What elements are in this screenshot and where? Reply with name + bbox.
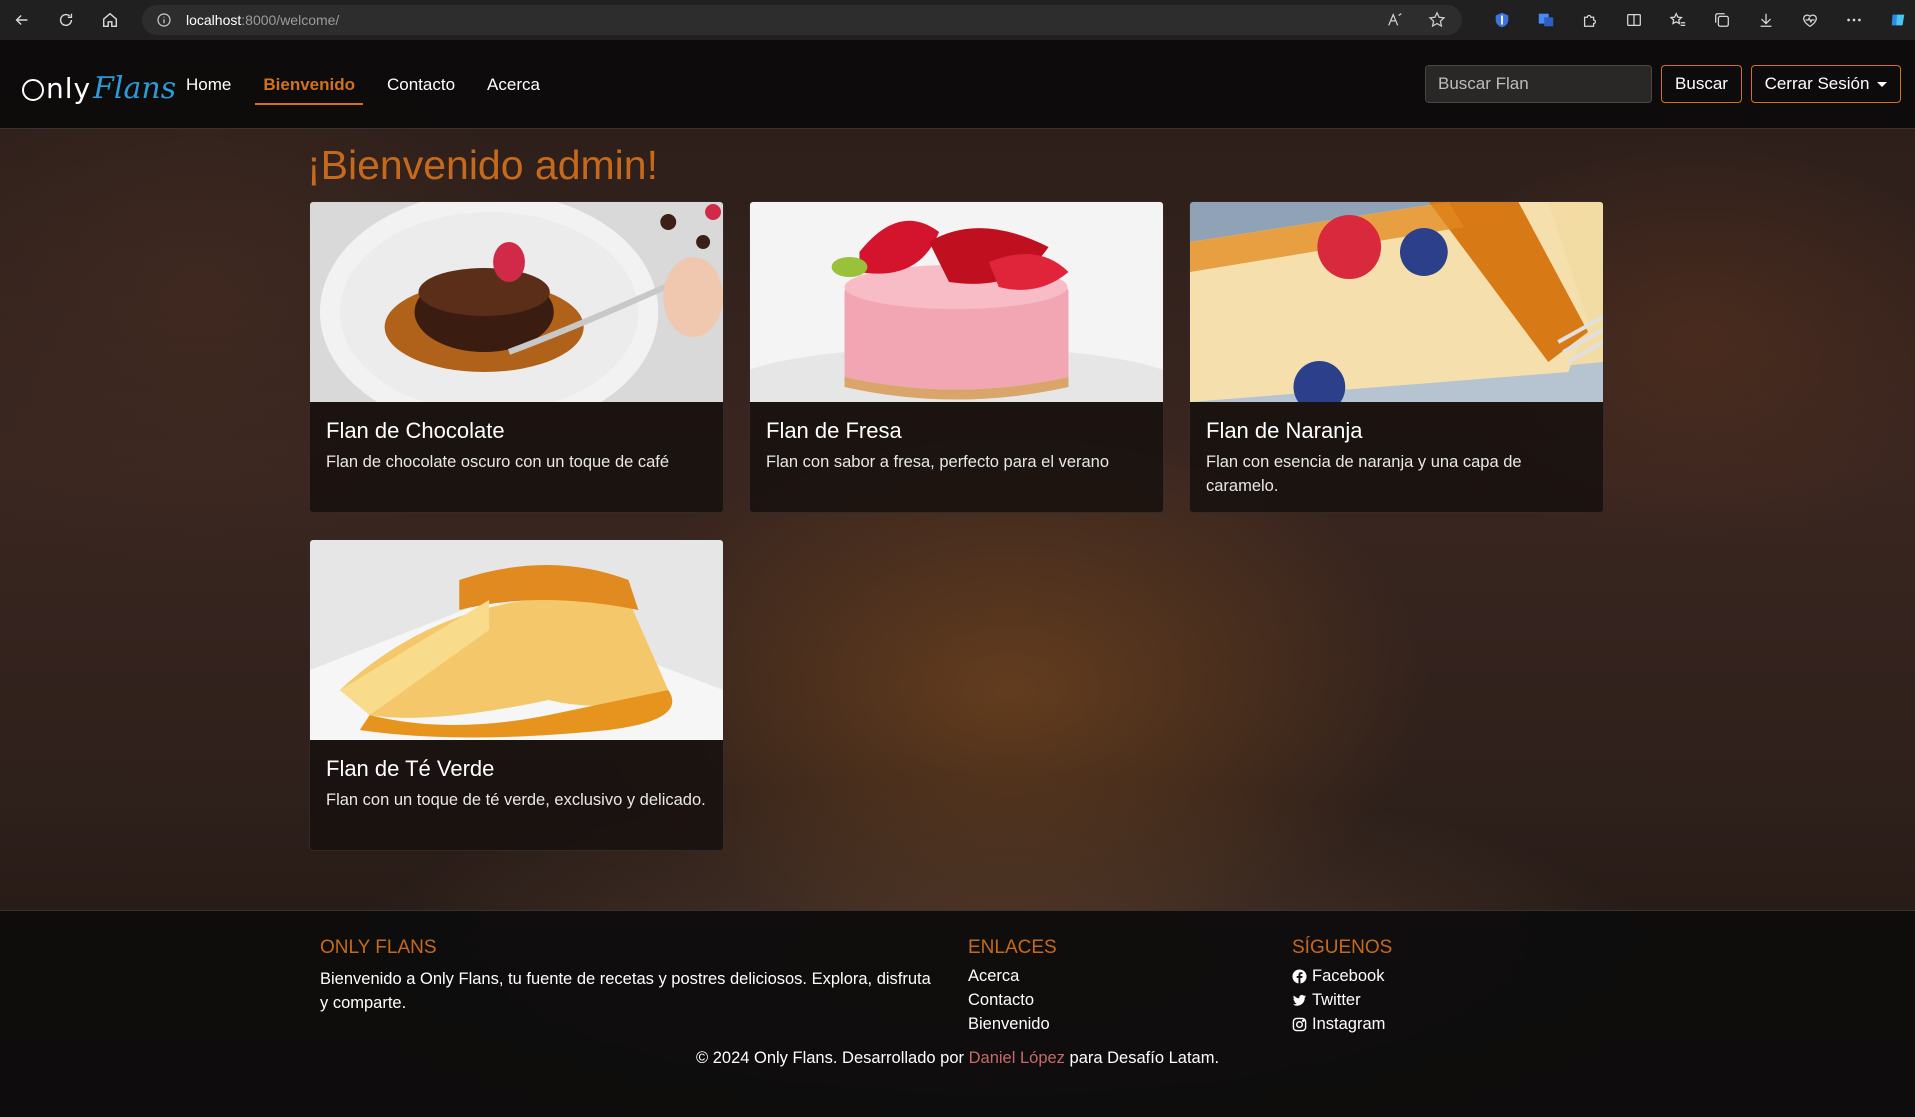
nav-link-contacto[interactable]: Contacto (371, 40, 471, 129)
refresh-icon[interactable] (44, 0, 88, 40)
nav-link-home[interactable]: Home (170, 40, 247, 129)
card-title: Flan de Té Verde (326, 756, 495, 781)
favorites-icon[interactable] (1669, 11, 1687, 29)
footer-about-text: Bienvenido a Only Flans, tu fuente de re… (320, 970, 931, 1012)
shield-extension-icon[interactable] (1493, 11, 1511, 29)
url-path: :8000/welcome/ (241, 12, 340, 28)
flan-card[interactable]: Flan de Chocolate Flan de chocolate oscu… (309, 201, 724, 513)
brand-flans-text: Flans (93, 70, 177, 106)
copyright: © 2024 Only Flans. Desarrollado por Dani… (0, 1049, 1915, 1068)
welcome-title: ¡Bienvenido admin! (307, 142, 658, 188)
footer-social-heading: SÍGUENOS (1292, 937, 1393, 958)
author-link[interactable]: Daniel López (969, 1049, 1065, 1067)
footer: ONLY FLANS Bienvenido a Only Flans, tu f… (0, 910, 1915, 1117)
more-options-icon[interactable] (1845, 11, 1863, 29)
card-description: Flan de chocolate oscuro con un toque de… (326, 453, 670, 471)
logout-label: Cerrar Sesión (1764, 74, 1870, 93)
footer-link-contacto[interactable]: Contacto (968, 991, 1034, 1010)
navbar: nly Flans Home Bienvenido Contacto Acerca… (0, 40, 1915, 129)
search-button[interactable]: Buscar (1661, 65, 1742, 103)
search-input[interactable] (1425, 65, 1652, 103)
footer-social-twitter[interactable]: Twitter (1292, 991, 1361, 1010)
nav-links: Home Bienvenido Contacto Acerca (170, 40, 556, 129)
footer-about-heading: ONLY FLANS (320, 937, 437, 958)
flan-te-verde-image (310, 540, 723, 740)
card-title: Flan de Fresa (766, 418, 902, 443)
collections-icon[interactable] (1713, 11, 1731, 29)
flan-naranja-image (1190, 202, 1603, 402)
read-aloud-icon[interactable] (1386, 11, 1404, 29)
split-screen-icon[interactable] (1625, 11, 1643, 29)
card-description: Flan con un toque de té verde, exclusivo… (326, 791, 706, 809)
nav-link-bienvenido[interactable]: Bienvenido (247, 40, 371, 129)
back-icon[interactable] (0, 0, 44, 40)
flan-card[interactable]: Flan de Fresa Flan con sabor a fresa, pe… (749, 201, 1164, 513)
card-title: Flan de Naranja (1206, 418, 1363, 443)
copilot-icon[interactable] (1889, 11, 1907, 29)
instagram-icon (1292, 1017, 1307, 1032)
translate-extension-icon[interactable] (1537, 11, 1555, 29)
downloads-icon[interactable] (1757, 11, 1775, 29)
footer-links-heading: ENLACES (968, 937, 1057, 958)
facebook-icon (1292, 969, 1307, 984)
caret-down-icon (1877, 81, 1888, 87)
site-info-icon[interactable] (156, 12, 172, 28)
brand-o-ring (22, 78, 44, 101)
copyright-suffix: para Desafío Latam. (1069, 1049, 1220, 1067)
facebook-label: Facebook (1312, 967, 1385, 985)
footer-link-acerca[interactable]: Acerca (968, 967, 1019, 986)
copyright-prefix: © 2024 Only Flans. Desarrollado por (695, 1049, 965, 1067)
footer-link-bienvenido[interactable]: Bienvenido (968, 1015, 1050, 1034)
url-host: localhost (186, 12, 242, 28)
brand-only-text: nly (22, 72, 91, 105)
brand-logo[interactable]: nly Flans (22, 68, 176, 108)
extensions-puzzle-icon[interactable] (1581, 11, 1599, 29)
browser-toolbar: localhost:8000/welcome/ (0, 0, 1915, 40)
card-title: Flan de Chocolate (326, 418, 505, 443)
browser-health-icon[interactable] (1801, 11, 1819, 29)
logout-dropdown-button[interactable]: Cerrar Sesión (1751, 65, 1901, 103)
twitter-label: Twitter (1312, 991, 1361, 1009)
footer-social-instagram[interactable]: Instagram (1292, 1015, 1385, 1034)
instagram-label: Instagram (1312, 1015, 1386, 1033)
flan-card[interactable]: Flan de Té Verde Flan con un toque de té… (309, 539, 724, 851)
nav-link-acerca[interactable]: Acerca (471, 40, 556, 129)
flan-fresa-image (750, 202, 1163, 402)
page-background: nly Flans Home Bienvenido Contacto Acerca… (0, 40, 1915, 1117)
favorite-star-icon[interactable] (1428, 11, 1446, 29)
flan-card[interactable]: Flan de Naranja Flan con esencia de nara… (1189, 201, 1604, 513)
card-description: Flan con sabor a fresa, perfecto para el… (766, 453, 1110, 471)
flan-chocolate-image (310, 202, 723, 402)
footer-social-facebook[interactable]: Facebook (1292, 967, 1384, 986)
card-description: Flan con esencia de naranja y una capa d… (1206, 453, 1522, 495)
brand-only-label: nly (46, 71, 92, 105)
address-bar[interactable]: localhost:8000/welcome/ (142, 5, 1462, 35)
twitter-icon (1292, 994, 1307, 1006)
home-icon[interactable] (88, 0, 132, 40)
